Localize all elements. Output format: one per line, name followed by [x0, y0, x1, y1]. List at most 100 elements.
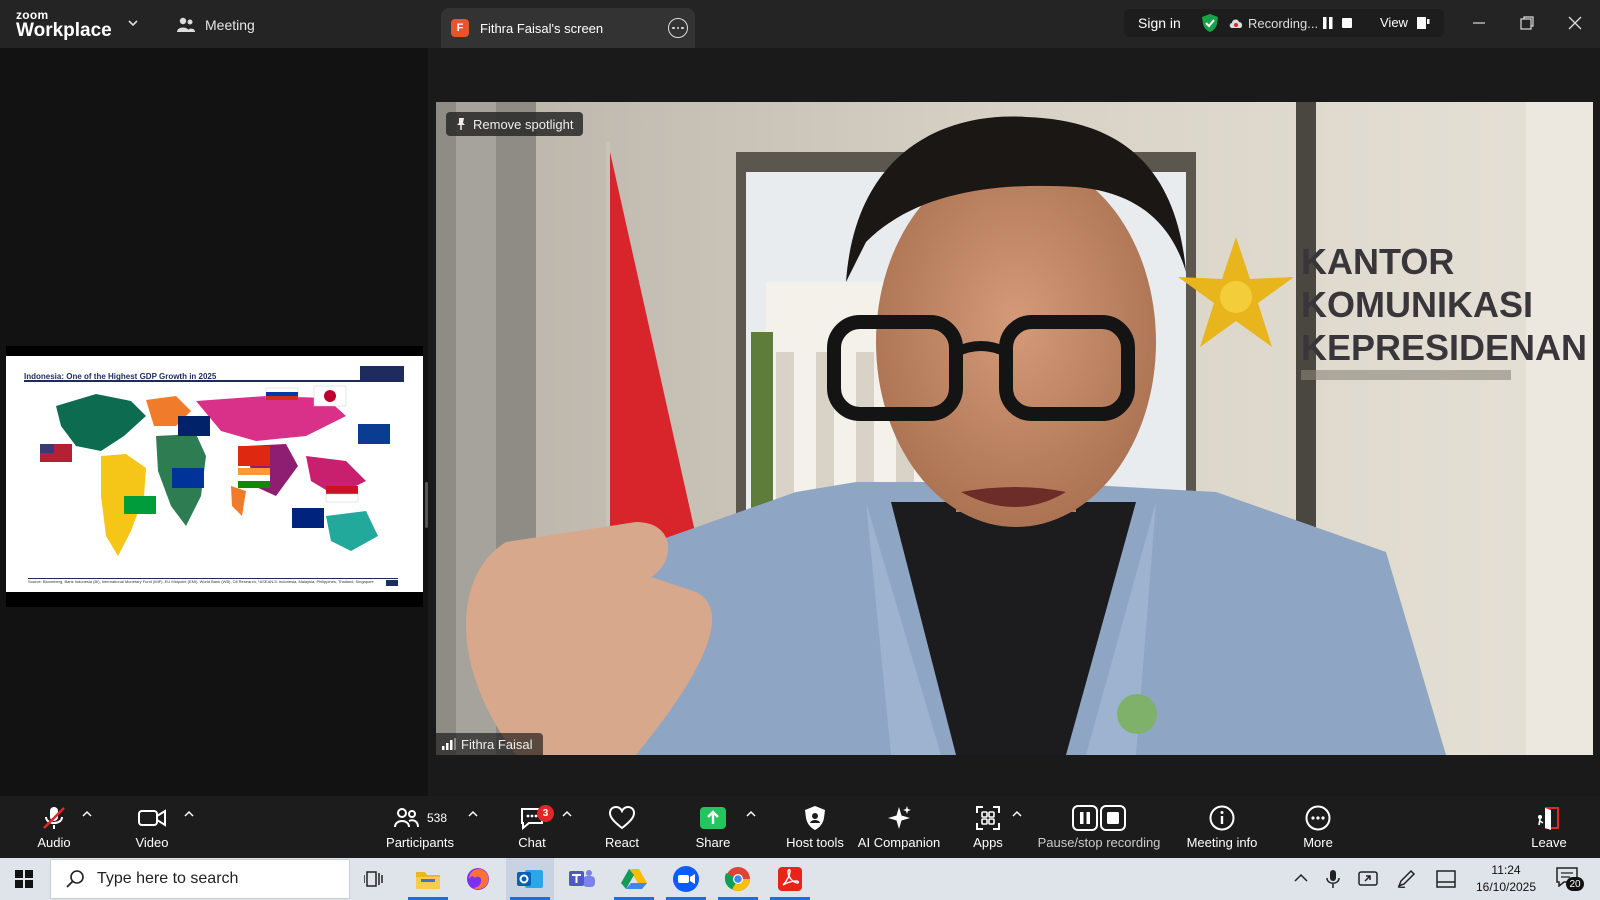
status-pill: Sign in Recording... View	[1124, 9, 1444, 37]
share-options-chevron-icon[interactable]	[746, 810, 756, 818]
participant-name: Fithra Faisal	[461, 736, 533, 752]
zoom-taskbar-icon[interactable]	[662, 858, 710, 900]
google-drive-icon[interactable]	[610, 858, 658, 900]
meeting-info-button[interactable]: Meeting info	[1180, 804, 1264, 854]
view-layout-icon[interactable]	[1416, 17, 1430, 29]
meeting-toolbar: Audio Video 538 Participants Chat React …	[0, 796, 1600, 858]
pause-stop-recording-label: Pause/stop recording	[1037, 835, 1161, 850]
chevron-down-icon[interactable]	[125, 15, 141, 31]
participants-button[interactable]: 538 Participants	[380, 804, 460, 854]
video-camera-icon	[138, 808, 166, 827]
search-icon	[66, 870, 84, 888]
more-button[interactable]: More	[1300, 804, 1336, 854]
pen-icon[interactable]	[1396, 869, 1416, 889]
audio-button[interactable]: Audio	[30, 804, 78, 854]
meeting-info-label: Meeting info	[1186, 835, 1258, 850]
chat-options-chevron-icon[interactable]	[562, 810, 572, 818]
chevron-up-icon[interactable]	[1294, 873, 1308, 883]
view-button[interactable]: View	[1380, 15, 1408, 30]
teams-icon[interactable]	[558, 858, 606, 900]
presenter-avatar: F	[451, 19, 469, 37]
meet-now-icon[interactable]	[1358, 870, 1378, 888]
video-options-chevron-icon[interactable]	[184, 810, 194, 818]
share-screen-icon	[700, 806, 726, 829]
leave-button[interactable]: Leave	[1528, 804, 1570, 854]
remove-spotlight-label: Remove spotlight	[473, 116, 574, 132]
ai-companion-button[interactable]: AI Companion	[854, 804, 944, 854]
video-button[interactable]: Video	[126, 804, 178, 854]
backdrop-text-line-3: KEPRESIDENAN	[1301, 327, 1587, 368]
title-bar: zoom Workplace Meeting F Fithra Faisal's…	[0, 0, 1600, 48]
file-explorer-icon[interactable]	[404, 858, 452, 900]
react-label: React	[605, 835, 639, 850]
host-tools-button[interactable]: Host tools	[776, 804, 854, 854]
microphone-tray-icon[interactable]	[1326, 869, 1340, 889]
taskbar-search-input[interactable]: Type here to search	[50, 859, 350, 899]
chrome-icon[interactable]	[714, 858, 762, 900]
presentation-slide: Indonesia: One of the Highest GDP Growth…	[6, 356, 423, 592]
cloud-recording-icon	[1229, 19, 1243, 28]
remove-spotlight-button[interactable]: Remove spotlight	[446, 112, 584, 136]
audio-options-chevron-icon[interactable]	[82, 810, 92, 818]
pause-icon[interactable]	[1322, 17, 1334, 29]
participant-name-tag: Fithra Faisal	[436, 733, 543, 755]
leave-door-icon	[1538, 806, 1559, 830]
minimize-icon[interactable]	[1470, 14, 1488, 32]
logo-bottom-text: Workplace	[16, 20, 112, 41]
participants-count: 538	[426, 810, 448, 825]
tab-meeting[interactable]: Meeting	[176, 14, 255, 36]
participants-icon	[393, 807, 419, 827]
react-button[interactable]: React	[600, 804, 644, 854]
more-icon	[1305, 805, 1331, 830]
apps-button[interactable]: Apps	[968, 804, 1008, 854]
taskbar-clock[interactable]: 11:24 16/10/2025	[1468, 862, 1544, 896]
windows-taskbar: Type here to search 11:24 16/10/2025 20	[0, 858, 1600, 900]
task-view-icon[interactable]	[350, 858, 398, 900]
slide-source-note: Source: Bloomberg, Bank Indonesia (BI), …	[28, 578, 398, 586]
apps-label: Apps	[973, 835, 1003, 850]
info-icon	[1209, 805, 1235, 830]
ai-sparkle-icon	[888, 805, 911, 829]
speaker-video-frame: KANTOR KOMUNIKASI KEPRESIDENAN	[436, 102, 1593, 755]
shared-screen-thumbnail[interactable]: Indonesia: One of the Highest GDP Growth…	[6, 346, 423, 607]
world-map-graphic	[40, 385, 390, 556]
restore-icon[interactable]	[1518, 14, 1536, 32]
slide-page-number	[386, 580, 398, 586]
firefox-icon[interactable]	[454, 858, 502, 900]
zoom-workplace-logo: zoom Workplace	[16, 9, 112, 40]
slide-source-text: Source: Bloomberg, Bank Indonesia (BI), …	[28, 579, 374, 584]
apps-icon	[976, 805, 1000, 830]
pause-stop-icon	[1072, 804, 1126, 831]
speaker-video[interactable]: KANTOR KOMUNIKASI KEPRESIDENAN Remove sp…	[436, 102, 1593, 755]
tab-shared-screen[interactable]: F Fithra Faisal's screen	[441, 8, 695, 48]
touch-keyboard-icon[interactable]	[1436, 870, 1456, 888]
sign-in-button[interactable]: Sign in	[1138, 15, 1181, 31]
more-options-icon[interactable]	[668, 18, 688, 38]
share-button[interactable]: Share	[692, 804, 734, 854]
chat-label: Chat	[518, 835, 546, 850]
notification-center-button[interactable]: 20	[1556, 867, 1584, 891]
outlook-icon[interactable]	[506, 858, 554, 900]
more-label: More	[1303, 835, 1333, 850]
share-label: Share	[695, 835, 731, 850]
shield-check-icon[interactable]	[1200, 13, 1220, 33]
backdrop-text-line-2: KOMUNIKASI	[1301, 284, 1533, 325]
stop-icon[interactable]	[1342, 18, 1352, 28]
apps-options-chevron-icon[interactable]	[1012, 810, 1022, 818]
acrobat-icon[interactable]	[766, 858, 814, 900]
pin-icon	[457, 118, 465, 130]
windows-start-icon[interactable]	[0, 858, 48, 900]
signal-strength-icon	[442, 738, 456, 750]
host-tools-label: Host tools	[786, 835, 844, 850]
participants-icon	[177, 17, 195, 32]
pause-stop-recording-button[interactable]: Pause/stop recording	[1036, 804, 1162, 854]
close-icon[interactable]	[1566, 14, 1584, 32]
video-label: Video	[135, 835, 169, 850]
host-tools-shield-icon	[805, 805, 825, 830]
tab-meeting-label: Meeting	[205, 17, 255, 33]
notification-count-badge: 20	[1566, 877, 1584, 891]
panel-resize-handle[interactable]	[425, 482, 428, 528]
participants-options-chevron-icon[interactable]	[468, 810, 478, 818]
heart-icon	[609, 805, 635, 829]
recording-status: Recording...	[1248, 16, 1319, 31]
